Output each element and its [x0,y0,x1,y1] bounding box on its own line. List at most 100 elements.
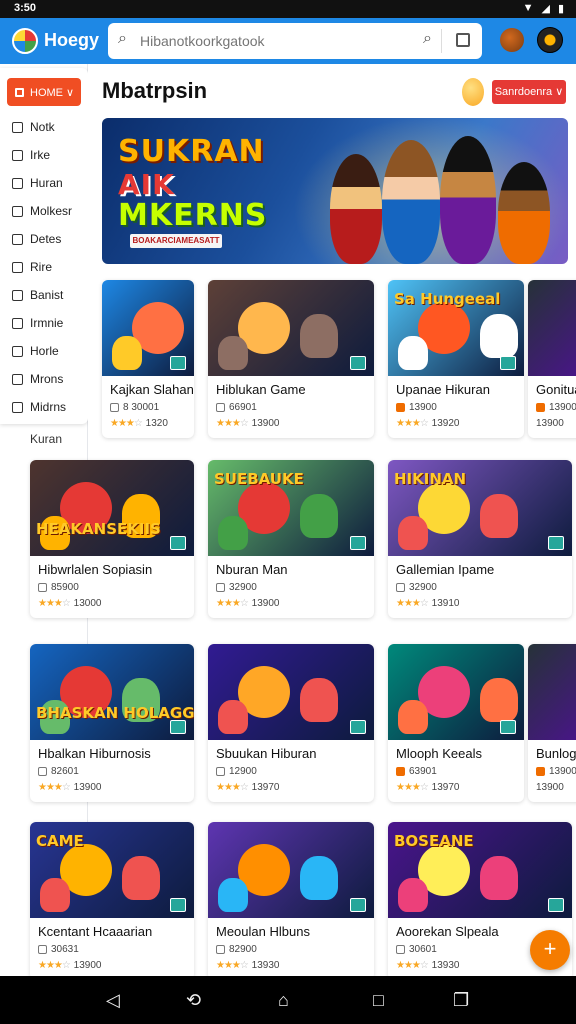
character-shape [480,494,518,538]
game-card[interactable]: HEAKANSEKIIS Hibwrlalen Sopiasin 85900 ★… [30,460,194,618]
game-meta: 32900 [216,582,257,593]
game-thumbnail[interactable]: BHASKAN HOLAGGS [30,644,194,740]
game-card[interactable]: Kajkan Slahane 8 30001 ★★★☆ 1320 [102,280,194,438]
game-title: Hibwrlalen Sopiasin [38,562,153,577]
search-input[interactable] [140,29,410,53]
sidebar-item-6[interactable]: Rire [12,260,52,274]
game-card[interactable]: SUEBAUKE Nburan Man 32900 ★★★☆ 13900 [208,460,374,618]
sidebar-item-9[interactable]: Horle [12,344,59,358]
rating-star-empty: ☆ [239,782,249,793]
mascot-avatar[interactable] [500,28,524,52]
download-icon [38,945,47,954]
search-icon: ⌕ [118,30,127,47]
rating-stars: ★★★ [396,782,421,793]
game-thumbnail[interactable] [208,280,374,376]
game-card[interactable]: BHASKAN HOLAGGS Hbalkan Hiburnosis 82601… [30,644,194,802]
character-shape [218,336,248,370]
game-card[interactable]: HIKINAN Gallemian Ipame 32900 ★★★☆ 13910 [388,460,572,618]
game-thumbnail[interactable] [208,644,374,740]
game-thumbnail[interactable] [208,822,374,918]
game-thumbnail[interactable]: CAME [30,822,194,918]
game-card[interactable]: CAME Kcentant Hcaaarian 30631 ★★★☆ 13900 [30,822,194,980]
game-meta-value: 13900 [549,402,576,413]
character-shape [300,314,338,358]
sidebar-item-1[interactable]: Notk [12,120,55,134]
game-rating: ★★★☆ 13900 [38,960,101,971]
thumbnail-title: Sa Hungeeal [394,290,501,308]
character-shape [300,856,338,900]
sidebar-item-7[interactable]: Banist [12,288,63,302]
sidebar-item-8[interactable]: Irmnie [12,316,63,330]
game-thumbnail[interactable] [528,644,576,740]
game-thumbnail[interactable]: SUEBAUKE [208,460,374,556]
sidebar-item-label: Notk [30,120,55,134]
coin-icon[interactable] [462,78,484,106]
rating-stars: ★★★ [216,782,241,793]
system-nav-bar: ◁ ⟲ ⌂ □ ❐ [0,976,576,1024]
game-rating: ★★★☆ 13920 [396,418,459,429]
banner-title-line-2: AIK [118,168,175,201]
sidebar-item-5[interactable]: Detes [12,232,61,246]
search-bar[interactable]: ⌕ ⌕ [108,23,482,59]
game-card[interactable]: Mlooph Keeals 63901 ★★★☆ 13970 [388,644,524,802]
game-card[interactable]: Sbuukan Hiburan 12900 ★★★☆ 13970 [208,644,374,802]
scan-icon[interactable] [456,33,470,47]
game-thumbnail[interactable] [102,280,194,376]
sidebar-item-label: Irmnie [30,316,64,330]
home-nav-icon[interactable]: ⌂ [278,990,289,1011]
game-card[interactable]: Hiblukan Game 66901 ★★★☆ 13900 [208,280,374,438]
game-thumbnail[interactable]: Sa Hungeeal [388,280,524,376]
sidebar-item-11[interactable]: Midrns [12,400,66,414]
brand-name[interactable]: Hoegy [44,30,99,51]
banner-character [330,154,382,264]
sidebar-item-10[interactable]: Mrons [12,372,63,386]
badge-icon [350,898,366,912]
thumbnail-title: CAME [36,832,84,850]
game-thumbnail[interactable]: BOSEANE [388,822,572,918]
rating-star-empty: ☆ [133,418,143,429]
game-meta-value: 32900 [409,582,437,593]
sidebar-home-button[interactable]: HOME ∨ [7,78,81,106]
banner-character [440,136,496,264]
download-icon [396,767,405,776]
sidebar-extra-label[interactable]: Kuran [30,432,62,446]
rating-count: 13900 [73,782,102,793]
game-thumbnail[interactable] [388,644,524,740]
profile-avatar[interactable] [537,27,563,53]
character-shape [218,878,248,912]
game-card[interactable]: Meoulan Hlbuns 82900 ★★★☆ 13930 [208,822,374,980]
add-fab-button[interactable]: + [530,930,570,970]
sidebar-item-3[interactable]: Huran [12,176,63,190]
badge-icon [500,720,516,734]
hero-banner[interactable]: SUKRAN AIK MKERNS BOAKARCIAMEASATT [102,118,568,264]
subscribe-button[interactable]: Sanrdoenra ∨ [492,80,566,104]
rotate-icon[interactable]: ⟲ [186,990,201,1011]
download-icon [38,583,47,592]
banner-title-line-1: SUKRAN [118,134,265,169]
square-nav-icon[interactable]: □ [373,990,384,1011]
search-submit-icon[interactable]: ⌕ [423,30,432,48]
game-title: Kcentant Hcaaarian [38,924,153,939]
character-shape [300,678,338,722]
game-thumbnail[interactable] [528,280,576,376]
badge-icon [170,898,186,912]
game-meta: 66901 [216,402,257,413]
app-logo-icon[interactable] [12,28,38,54]
rating-count: 13930 [251,960,280,971]
rating-count: 13000 [73,598,102,609]
recents-icon[interactable]: ❐ [453,990,469,1011]
game-card-partial[interactable]: Gonitua 13900 13900 [528,280,576,438]
sidebar-item-4[interactable]: Molkesr [12,204,72,218]
rating-star-empty: ☆ [239,598,249,609]
game-thumbnail[interactable]: HEAKANSEKIIS [30,460,194,556]
game-card-partial[interactable]: Bunlogs 13900 13900 [528,644,576,802]
square-icon [12,233,23,245]
game-rating: ★★★☆ 13000 [38,598,101,609]
character-shape [122,856,160,900]
game-card[interactable]: Sa Hungeeal Upanae Hikuran 13900 ★★★☆ 13… [388,280,524,438]
sidebar-item-2[interactable]: Irke [12,148,50,162]
character-shape [398,516,428,550]
back-icon[interactable]: ◁ [106,990,120,1011]
game-thumbnail[interactable]: HIKINAN [388,460,572,556]
rating-star-empty: ☆ [419,418,429,429]
